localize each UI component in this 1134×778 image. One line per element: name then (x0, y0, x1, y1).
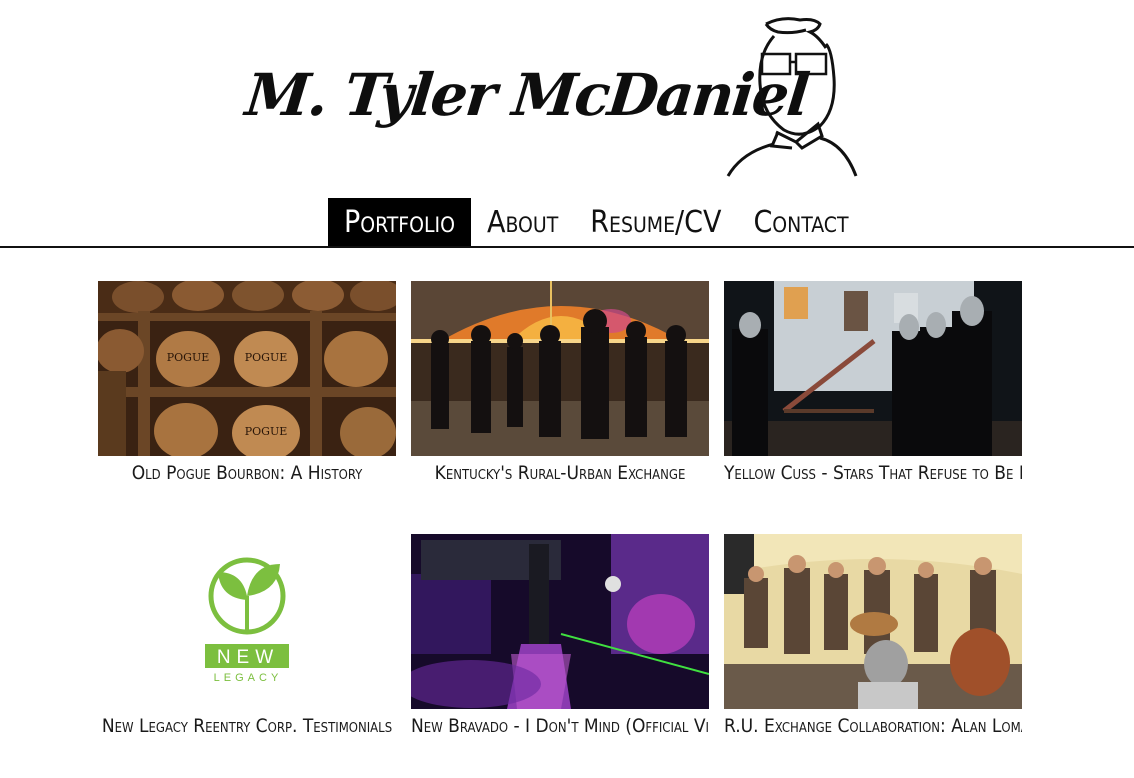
site-title[interactable]: M. Tyler McDaniel (241, 50, 810, 140)
portfolio-caption[interactable]: R.U. Exchange Collaboration: Alan Lomax (724, 715, 1022, 737)
nav-portfolio[interactable]: Portfolio (328, 198, 471, 246)
portfolio-thumbnail-rural-urban[interactable] (411, 281, 709, 456)
barrel-stamp: POGUE (245, 425, 288, 438)
nav-divider (0, 246, 1134, 248)
page: M. Tyler McDaniel Portfolio About Resume… (0, 0, 1134, 778)
portfolio-caption[interactable]: New Bravado - I Don't Mind (Official Vid… (411, 715, 709, 737)
barrel-stamp: POGUE (167, 351, 210, 364)
portfolio-thumbnail-ru-exchange[interactable] (724, 534, 1022, 709)
main-nav: Portfolio About Resume/CV Contact (328, 198, 865, 246)
logo-word-legacy: LEGACY (214, 672, 283, 684)
portfolio-item[interactable]: Yellow Cuss - Stars That Refuse to Be Fo… (724, 281, 1022, 484)
avatar-illustration (726, 17, 858, 177)
portfolio-caption[interactable]: Kentucky's Rural-Urban Exchange (411, 462, 709, 484)
portfolio-caption[interactable]: New Legacy Reentry Corp. Testimonials (98, 715, 396, 737)
portfolio-item[interactable]: New Bravado - I Don't Mind (Official Vid… (411, 534, 709, 737)
portfolio-item[interactable]: R.U. Exchange Collaboration: Alan Lomax (724, 534, 1022, 737)
nav-contact[interactable]: Contact (737, 198, 864, 246)
portfolio-thumbnail-yellow-cuss[interactable] (724, 281, 1022, 456)
portfolio-item[interactable]: NEW LEGACY New Legacy Reentry Corp. Test… (98, 534, 396, 737)
portfolio-caption[interactable]: Yellow Cuss - Stars That Refuse to Be Fo… (724, 462, 1022, 484)
nav-about[interactable]: About (471, 198, 574, 246)
portfolio-caption[interactable]: Old Pogue Bourbon: A History (98, 462, 396, 484)
portfolio-thumbnail-bourbon[interactable]: POGUE POGUE POGUE (98, 281, 396, 456)
portfolio-item[interactable]: POGUE POGUE POGUE Old Pogue Bourbon: A H… (98, 281, 396, 484)
barrel-stamp: POGUE (245, 351, 288, 364)
logo-word-new: NEW (217, 647, 279, 668)
portfolio-thumbnail-new-legacy[interactable]: NEW LEGACY (98, 534, 396, 709)
portfolio-item[interactable]: Kentucky's Rural-Urban Exchange (411, 281, 709, 484)
nav-resume-cv[interactable]: Resume/CV (574, 198, 737, 246)
portfolio-thumbnail-new-bravado[interactable] (411, 534, 709, 709)
